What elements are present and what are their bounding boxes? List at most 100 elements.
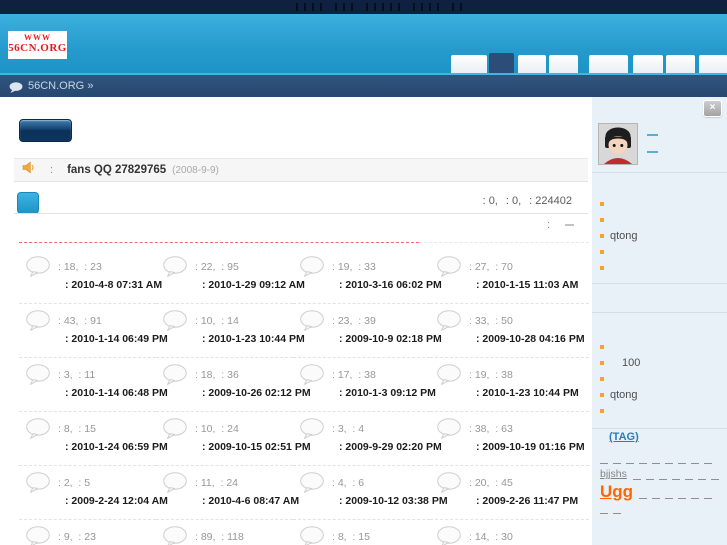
forum-last-post: : 2010-1-14 06:48 PM (65, 387, 168, 399)
topic-bubble-icon (162, 256, 188, 303)
forum-cell[interactable]: : 17, : 38: 2010-1-3 09:12 PM (293, 358, 436, 412)
tag-link-blank[interactable] (652, 488, 661, 499)
forum-cell[interactable]: : 38, : 63: 2009-10-19 01:16 PM (430, 412, 589, 466)
sidebar: × qtong 100 qtong (TAG) bjjshs Ugg (592, 97, 727, 545)
tag-section-title[interactable]: (TAG) (600, 431, 639, 443)
forum-cell[interactable]: : 33, : 50: 2009-10-28 04:16 PM (430, 304, 589, 358)
tag-link-blank[interactable] (678, 488, 687, 499)
sort-row: : (547, 219, 574, 231)
sidebar-list-item[interactable] (600, 371, 722, 387)
profile-link-1[interactable] (647, 134, 658, 136)
forum-cell[interactable]: : 27, : 70: 2010-1-15 11:03 AM (430, 250, 589, 304)
forum-section-icon[interactable] (17, 192, 39, 214)
forum-cell[interactable]: : 23, : 39: 2009-10-9 02:18 PM (293, 304, 442, 358)
forum-cell-text: : 22, : 95: 2010-1-29 09:12 AM (195, 255, 305, 303)
nav-tab-5[interactable] (589, 55, 628, 73)
topic-bubble-icon (162, 310, 188, 357)
site-logo[interactable]: WWW 56CN.ORG (8, 31, 67, 59)
sidebar-list-item[interactable]: 100 (600, 355, 722, 371)
tag-link[interactable]: Ugg (600, 483, 633, 500)
nav-tab-6[interactable] (633, 55, 663, 73)
breadcrumb-arrow: » (87, 80, 94, 92)
forum-cell[interactable]: : 2, : 5: 2009-2-24 12:04 AM (19, 466, 168, 520)
bullet-icon (600, 345, 604, 349)
tag-link-blank[interactable] (671, 469, 680, 480)
forum-cell[interactable]: : 4, : 6: 2009-10-12 03:38 PM (293, 466, 448, 520)
sidebar-list-item[interactable] (600, 212, 722, 228)
tag-link-blank[interactable] (600, 503, 608, 514)
nav-tab-2[interactable] (489, 53, 514, 73)
forum-cell-text: : 19, : 38: 2010-1-23 10:44 PM (469, 363, 579, 411)
tag-link-blank[interactable] (626, 453, 634, 464)
tag-link-blank[interactable] (632, 469, 641, 480)
topbar-tick (374, 3, 376, 11)
sidebar-list-item[interactable] (600, 196, 722, 212)
forum-cell[interactable]: : 10, : 24: 2009-10-15 02:51 PM (156, 412, 311, 466)
tag-link-blank[interactable] (658, 469, 667, 480)
tag-link-blank[interactable] (639, 488, 648, 499)
forum-cell[interactable]: : 43, : 91: 2010-1-14 06:49 PM (19, 304, 168, 358)
forum-cell[interactable]: : 14, : 30 (430, 520, 589, 545)
forum-cell[interactable]: : 19, : 38: 2010-1-23 10:44 PM (430, 358, 589, 412)
sort-label: : (546, 219, 550, 231)
nav-tab-1[interactable] (451, 55, 487, 73)
nav-tab-4[interactable] (549, 55, 578, 73)
forum-cell[interactable]: : 19, : 33: 2010-3-16 06:02 PM (293, 250, 442, 304)
forum-cell[interactable]: : 10, : 14: 2010-1-23 10:44 PM (156, 304, 305, 358)
forum-counts: : 2, : 5 (58, 477, 91, 489)
sidebar-list-item[interactable] (600, 244, 722, 260)
forum-cell[interactable]: : 18, : 36: 2009-10-26 02:12 PM (156, 358, 311, 412)
topic-bubble-icon (162, 364, 188, 411)
sidebar-list-item[interactable] (600, 260, 722, 276)
forum-cell[interactable]: : 8, : 15: 2010-1-24 06:59 PM (19, 412, 168, 466)
tag-link-blank[interactable] (645, 469, 654, 480)
close-icon[interactable]: × (703, 100, 722, 117)
forum-cell[interactable]: : 89, : 118 (156, 520, 293, 545)
sidebar-list-item[interactable]: qtong (600, 387, 722, 403)
forum-cell[interactable]: : 8, : 15 (293, 520, 430, 545)
profile-link-2[interactable] (647, 151, 658, 153)
tag-link-blank[interactable] (600, 453, 608, 464)
forum-cell-text: : 9, : 23 (58, 525, 96, 545)
forum-cell[interactable]: : 11, : 24: 2010-4-6 08:47 AM (156, 466, 299, 520)
tag-link-blank[interactable] (652, 453, 660, 464)
forum-cell[interactable]: : 22, : 95: 2010-1-29 09:12 AM (156, 250, 305, 304)
forum-cell[interactable]: : 3, : 11: 2010-1-14 06:48 PM (19, 358, 168, 412)
announcement-title[interactable]: fans QQ 27829765 (67, 164, 166, 176)
breadcrumb[interactable]: 56CN.ORG » (28, 80, 93, 92)
avatar[interactable] (598, 123, 638, 165)
tag-link-blank[interactable] (678, 453, 686, 464)
tag-link-blank[interactable] (704, 453, 712, 464)
tag-link-blank[interactable] (684, 469, 693, 480)
topbar-tick (382, 3, 384, 11)
breadcrumb-site[interactable]: 56CN.ORG (28, 80, 84, 92)
nav-tab-3[interactable] (518, 55, 546, 73)
forum-cell[interactable]: : 3, : 4: 2009-9-29 02:20 PM (293, 412, 442, 466)
tag-link-blank[interactable] (697, 469, 706, 480)
tag-link-blank[interactable] (665, 488, 674, 499)
topbar-tick (398, 3, 400, 11)
bullet-icon (600, 377, 604, 381)
sort-dropdown[interactable] (565, 224, 574, 226)
announcement-bar[interactable]: : fans QQ 27829765 (2008-9-9) (14, 158, 588, 182)
forum-cell[interactable]: : 9, : 23 (19, 520, 156, 545)
sidebar-list-item[interactable] (600, 339, 722, 355)
bullet-icon (600, 361, 604, 365)
tag-link-blank[interactable] (613, 503, 621, 514)
nav-tab-8[interactable] (699, 55, 727, 73)
tag-link-blank[interactable] (691, 453, 699, 464)
tag-link-blank[interactable] (710, 469, 719, 480)
topic-bubble-icon (436, 364, 462, 411)
tag-link-blank[interactable] (639, 453, 647, 464)
tag-link-blank[interactable] (691, 488, 700, 499)
sidebar-list-item[interactable] (600, 403, 722, 419)
forum-action-button[interactable] (19, 119, 72, 142)
tag-link[interactable]: bjjshs (600, 468, 627, 480)
forum-cell[interactable]: : 20, : 45: 2009-2-26 11:47 PM (430, 466, 589, 520)
sidebar-list-item[interactable]: qtong (600, 228, 722, 244)
nav-tab-7[interactable] (666, 55, 695, 73)
tag-link-blank[interactable] (704, 488, 713, 499)
forum-cell[interactable]: : 18, : 23: 2010-4-8 07:31 AM (19, 250, 162, 304)
tag-link-blank[interactable] (665, 453, 673, 464)
tag-link-blank[interactable] (613, 453, 621, 464)
